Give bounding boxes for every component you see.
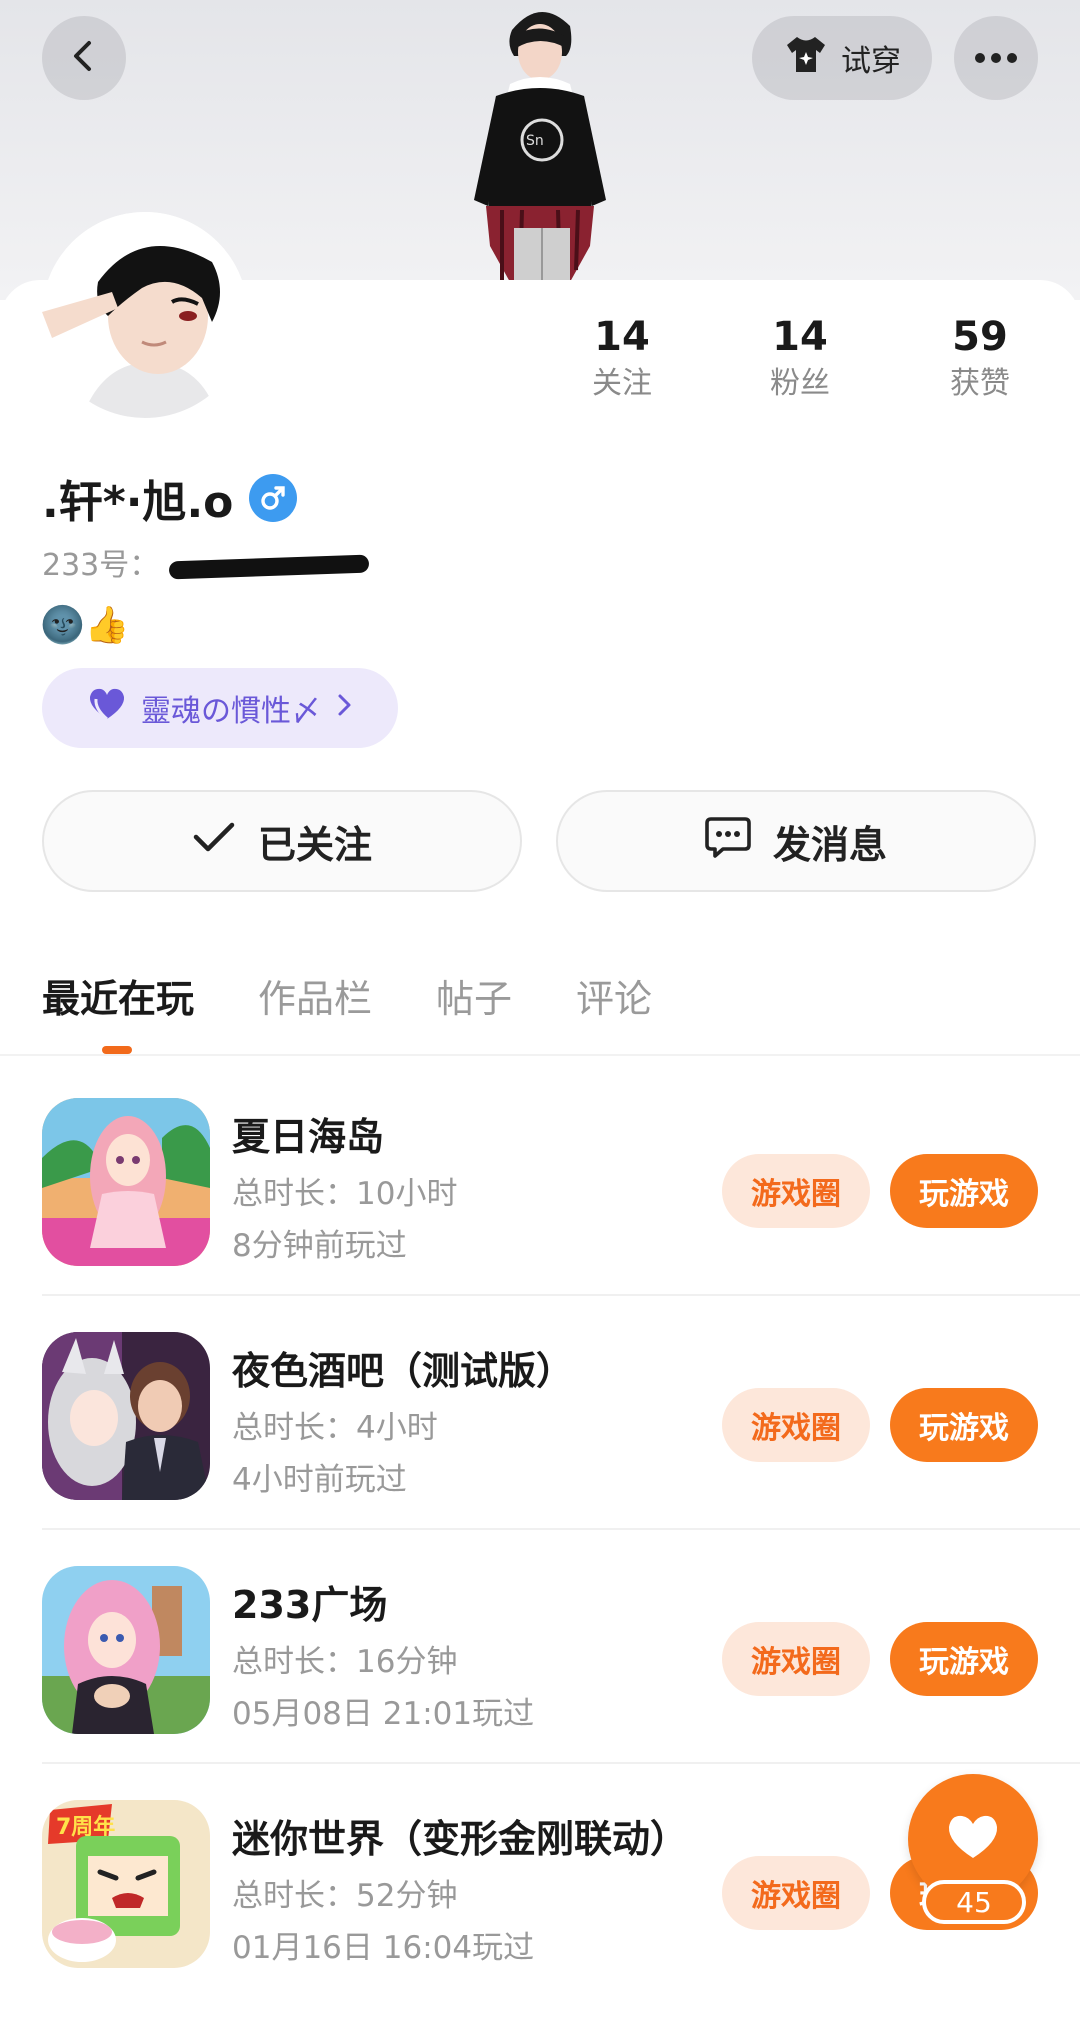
game-last-played: 01月16日 16:04玩过 (232, 1930, 535, 1966)
stat-likes-count: 59 (952, 314, 1008, 360)
chevron-left-icon (67, 39, 101, 77)
game-name: 夜色酒吧（测试版） (232, 1349, 575, 1393)
game-last-played: 4小时前玩过 (232, 1462, 407, 1498)
stat-following-count: 14 (594, 314, 650, 360)
stat-likes[interactable]: 59 获赞 (910, 312, 1050, 406)
back-button[interactable] (42, 16, 126, 100)
play-game-button[interactable]: 玩游戏 (890, 1388, 1038, 1462)
heart-icon (946, 1814, 1000, 1864)
stat-likes-label: 获赞 (950, 366, 1010, 401)
username-row: .轩*·旭.o (42, 466, 298, 530)
game-icon[interactable]: 7周年 (42, 1800, 210, 1968)
game-icon[interactable] (42, 1098, 210, 1266)
checkmark-icon (192, 819, 236, 863)
uid-row: 233号： (42, 540, 370, 584)
stat-followers[interactable]: 14 粉丝 (730, 312, 870, 406)
tab-works[interactable]: 作品栏 (258, 968, 372, 1023)
following-label: 已关注 (257, 822, 372, 867)
game-duration: 总时长：52分钟 (232, 1878, 458, 1914)
username: .轩*·旭.o (42, 477, 234, 528)
game-circle-button[interactable]: 游戏圈 (722, 1388, 870, 1462)
avatar[interactable] (42, 212, 248, 418)
bio: 🌚👍 (40, 604, 130, 646)
profile-tabs: 最近在玩 作品栏 帖子 评论 (42, 968, 716, 1023)
bio-text: 🌚👍 (40, 605, 130, 646)
more-dots-icon (974, 49, 1018, 68)
uid-value-redacted (168, 554, 370, 579)
like-count-badge: 45 (922, 1880, 1026, 1924)
stat-followers-label: 粉丝 (770, 366, 830, 401)
try-on-button[interactable]: 试穿 (752, 16, 932, 100)
stat-following[interactable]: 14 关注 (552, 312, 692, 406)
uid-label: 233号： (42, 548, 160, 583)
game-name: 迷你世界（变形金刚联动） (232, 1817, 689, 1861)
male-icon (249, 474, 298, 522)
group-label: 靈魂の慣性〆 (141, 694, 321, 729)
play-game-button[interactable]: 玩游戏 (890, 1622, 1038, 1696)
chevron-right-icon (335, 691, 353, 726)
game-duration: 总时长：4小时 (232, 1410, 438, 1446)
game-duration: 总时长：10小时 (232, 1176, 458, 1212)
game-circle-button[interactable]: 游戏圈 (722, 1622, 870, 1696)
try-on-label: 试穿 (841, 44, 901, 79)
game-icon[interactable] (42, 1332, 210, 1500)
tab-posts[interactable]: 帖子 (436, 968, 512, 1023)
svg-text:Sn: Sn (526, 133, 544, 149)
group-badge[interactable]: 靈魂の慣性〆 (42, 668, 398, 748)
game-row[interactable]: 夜色酒吧（测试版） 总时长：4小时 4小时前玩过 游戏圈 玩游戏 (0, 1290, 1080, 1524)
stat-following-label: 关注 (592, 366, 652, 401)
message-icon (705, 816, 751, 867)
message-label: 发消息 (772, 822, 887, 867)
game-icon[interactable] (42, 1566, 210, 1734)
tab-active-indicator (102, 1046, 132, 1054)
game-last-played: 8分钟前玩过 (232, 1228, 407, 1264)
heart-icon (87, 687, 127, 729)
game-circle-button[interactable]: 游戏圈 (722, 1856, 870, 1930)
game-row[interactable]: 夏日海岛 总时长：10小时 8分钟前玩过 游戏圈 玩游戏 (0, 1056, 1080, 1290)
more-button[interactable] (954, 16, 1038, 100)
tab-recent-play[interactable]: 最近在玩 (42, 968, 194, 1023)
stat-followers-count: 14 (772, 314, 828, 360)
game-row[interactable]: 233广场 总时长：16分钟 05月08日 21:01玩过 游戏圈 玩游戏 (0, 1524, 1080, 1758)
tab-comments[interactable]: 评论 (576, 968, 652, 1023)
avatar-3d-figure[interactable]: Sn (450, 0, 630, 283)
game-duration: 总时长：16分钟 (232, 1644, 458, 1680)
game-circle-button[interactable]: 游戏圈 (722, 1154, 870, 1228)
message-button[interactable]: 发消息 (556, 790, 1036, 892)
game-last-played: 05月08日 21:01玩过 (232, 1696, 535, 1732)
play-game-button[interactable]: 玩游戏 (890, 1154, 1038, 1228)
game-name: 夏日海岛 (232, 1115, 385, 1159)
following-button[interactable]: 已关注 (42, 790, 522, 892)
shirt-icon (783, 34, 829, 82)
game-name: 233广场 (232, 1583, 388, 1627)
